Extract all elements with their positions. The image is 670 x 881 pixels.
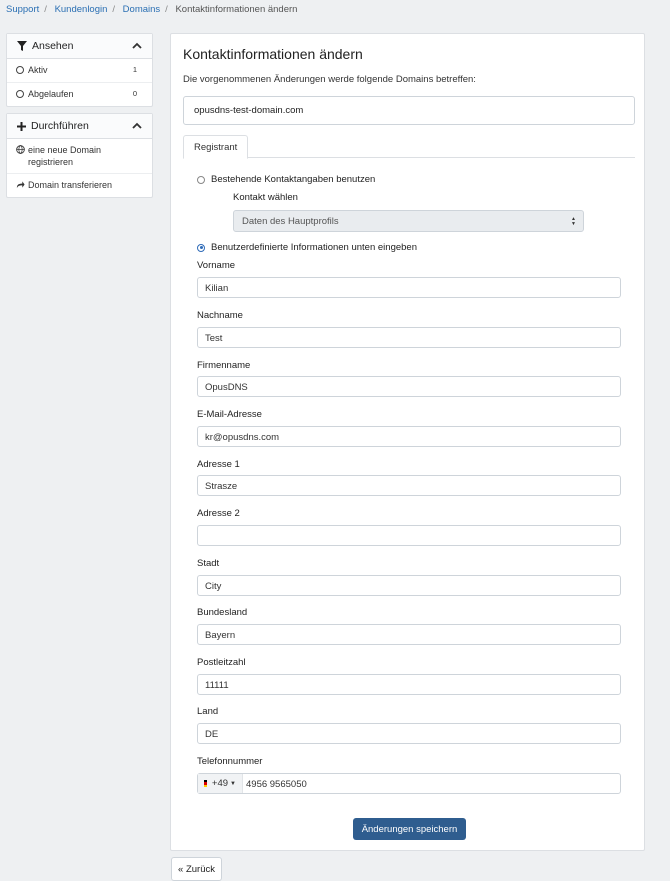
address2-input[interactable] bbox=[197, 525, 621, 546]
page-title: Kontaktinformationen ändern bbox=[183, 46, 363, 62]
view-panel-header[interactable]: Ansehen bbox=[7, 34, 152, 59]
globe-icon bbox=[16, 144, 28, 157]
breadcrumb-support[interactable]: Support bbox=[6, 4, 39, 15]
radio-custom[interactable] bbox=[197, 243, 205, 252]
plus-icon bbox=[17, 121, 26, 131]
contact-select-value: Daten des Hauptprofils bbox=[242, 216, 339, 227]
filter-icon bbox=[17, 41, 27, 51]
view-panel: Ansehen Aktiv 1 Abgelaufen 0 bbox=[6, 33, 153, 107]
tab-registrant[interactable]: Registrant bbox=[183, 135, 249, 159]
option-custom-contact[interactable]: Benutzerdefinierte Informationen unten e… bbox=[197, 242, 417, 253]
phone-prefix: +49 bbox=[211, 778, 229, 789]
phone-number-value: 4956 9565050 bbox=[246, 779, 307, 790]
action-register-domain[interactable]: eine neue Domain registrieren bbox=[7, 139, 152, 174]
city-input[interactable]: City bbox=[197, 575, 621, 596]
main-card: Kontaktinformationen ändern Die vorgenom… bbox=[170, 33, 645, 851]
filter-expired[interactable]: Abgelaufen 0 bbox=[7, 83, 152, 106]
chevron-up-icon[interactable] bbox=[132, 40, 142, 52]
state-label: Bundesland bbox=[197, 607, 248, 618]
address2-label: Adresse 2 bbox=[197, 508, 240, 519]
action-transfer-label: Domain transferieren bbox=[28, 180, 113, 190]
intro-text: Die vorgenommenen Änderungen werde folge… bbox=[183, 74, 476, 85]
filter-expired-count: 0 bbox=[132, 89, 137, 98]
action-transfer-domain[interactable]: Domain transferieren bbox=[7, 174, 152, 197]
action-register-label: eine neue Domain registrieren bbox=[28, 145, 102, 167]
country-input[interactable]: DE bbox=[197, 723, 621, 744]
breadcrumb-kundenlogin[interactable]: Kundenlogin bbox=[55, 4, 108, 15]
state-input[interactable]: Bayern bbox=[197, 624, 621, 645]
lastname-input[interactable]: Test bbox=[197, 327, 621, 348]
breadcrumb-domains[interactable]: Domains bbox=[123, 4, 161, 15]
company-input[interactable]: OpusDNS bbox=[197, 376, 621, 397]
contact-select-label: Kontakt wählen bbox=[233, 192, 298, 203]
option-custom-label: Benutzerdefinierte Informationen unten e… bbox=[211, 242, 417, 253]
address1-label: Adresse 1 bbox=[197, 459, 240, 470]
option-existing-label: Bestehende Kontaktangaben benutzen bbox=[211, 174, 376, 185]
germany-flag-icon bbox=[204, 779, 207, 788]
filter-active-count: 1 bbox=[132, 65, 137, 74]
filter-expired-label: Abgelaufen bbox=[28, 89, 74, 99]
affected-domain-box: opusdns-test-domain.com bbox=[183, 96, 635, 125]
option-existing-contact[interactable]: Bestehende Kontaktangaben benutzen bbox=[197, 174, 375, 185]
firstname-label: Vorname bbox=[197, 260, 236, 271]
select-arrows-icon: ▲ ▼ bbox=[571, 216, 576, 227]
breadcrumb: Support / Kundenlogin / Domains / Kontaktin… bbox=[6, 4, 298, 15]
circle-icon bbox=[16, 90, 24, 98]
back-button[interactable]: « Zurück bbox=[171, 857, 222, 881]
lastname-label: Nachname bbox=[197, 310, 243, 321]
tab-bar: Registrant bbox=[183, 135, 635, 159]
phone-input[interactable]: +49 ▼ 4956 9565050 bbox=[197, 773, 621, 794]
postcode-input[interactable]: 11111 bbox=[197, 674, 621, 695]
firstname-input[interactable]: Kilian bbox=[197, 277, 621, 298]
actions-panel: Durchführen eine neue Domain registriere… bbox=[6, 113, 153, 198]
circle-icon bbox=[16, 66, 24, 74]
contact-select[interactable]: Daten des Hauptprofils ▲ ▼ bbox=[233, 210, 584, 232]
share-arrow-icon bbox=[16, 179, 28, 192]
country-label: Land bbox=[197, 706, 219, 717]
save-button[interactable]: Änderungen speichern bbox=[353, 818, 466, 840]
company-label: Firmenname bbox=[197, 360, 251, 371]
actions-panel-title: Durchführen bbox=[31, 120, 89, 132]
filter-active-label: Aktiv bbox=[28, 65, 48, 75]
actions-panel-header[interactable]: Durchführen bbox=[7, 114, 152, 139]
address1-input[interactable]: Strasze bbox=[197, 475, 621, 496]
chevron-up-icon[interactable] bbox=[132, 120, 142, 132]
email-input[interactable]: kr@opusdns.com bbox=[197, 426, 621, 447]
caret-down-icon: ▼ bbox=[230, 780, 236, 787]
email-label: E-Mail-Adresse bbox=[197, 409, 262, 420]
phone-label: Telefonnummer bbox=[197, 756, 263, 767]
city-label: Stadt bbox=[197, 558, 220, 569]
postcode-label: Postleitzahl bbox=[197, 657, 246, 668]
phone-country-selector[interactable]: +49 ▼ bbox=[198, 774, 243, 793]
filter-active[interactable]: Aktiv 1 bbox=[7, 59, 152, 83]
view-panel-title: Ansehen bbox=[32, 40, 74, 52]
radio-existing[interactable] bbox=[197, 175, 205, 184]
breadcrumb-current: Kontaktinformationen ändern bbox=[175, 4, 298, 15]
